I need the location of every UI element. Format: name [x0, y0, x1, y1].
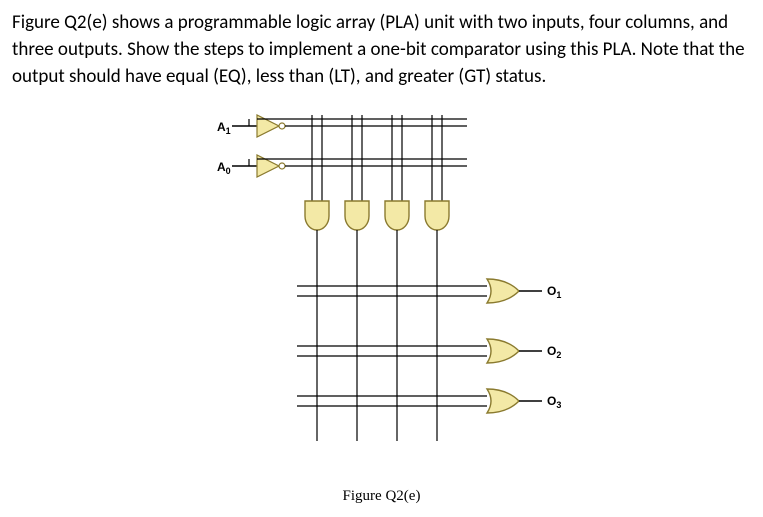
input-a1-label: A1	[217, 120, 231, 136]
output-o3-label: O3	[547, 394, 561, 410]
output-o1-label: O1	[547, 284, 561, 300]
inverter-a0	[257, 155, 279, 177]
and-gate-3	[385, 201, 409, 230]
inverter-a1	[257, 115, 279, 137]
and-gate-2	[345, 201, 369, 230]
or-gate-o1	[487, 279, 542, 303]
figure-container: A1 A0	[12, 101, 751, 507]
pla-diagram: A1 A0	[187, 101, 577, 471]
input-a0-label: A0	[217, 160, 231, 176]
figure-caption: Figure Q2(e)	[12, 486, 751, 507]
or-gate-o3	[487, 389, 542, 413]
or-gate-o2	[487, 339, 542, 363]
and-gate-4	[425, 201, 449, 230]
and-gate-1	[305, 201, 329, 230]
question-text: Figure Q2(e) shows a programmable logic …	[12, 10, 751, 91]
output-o2-label: O2	[547, 344, 561, 360]
